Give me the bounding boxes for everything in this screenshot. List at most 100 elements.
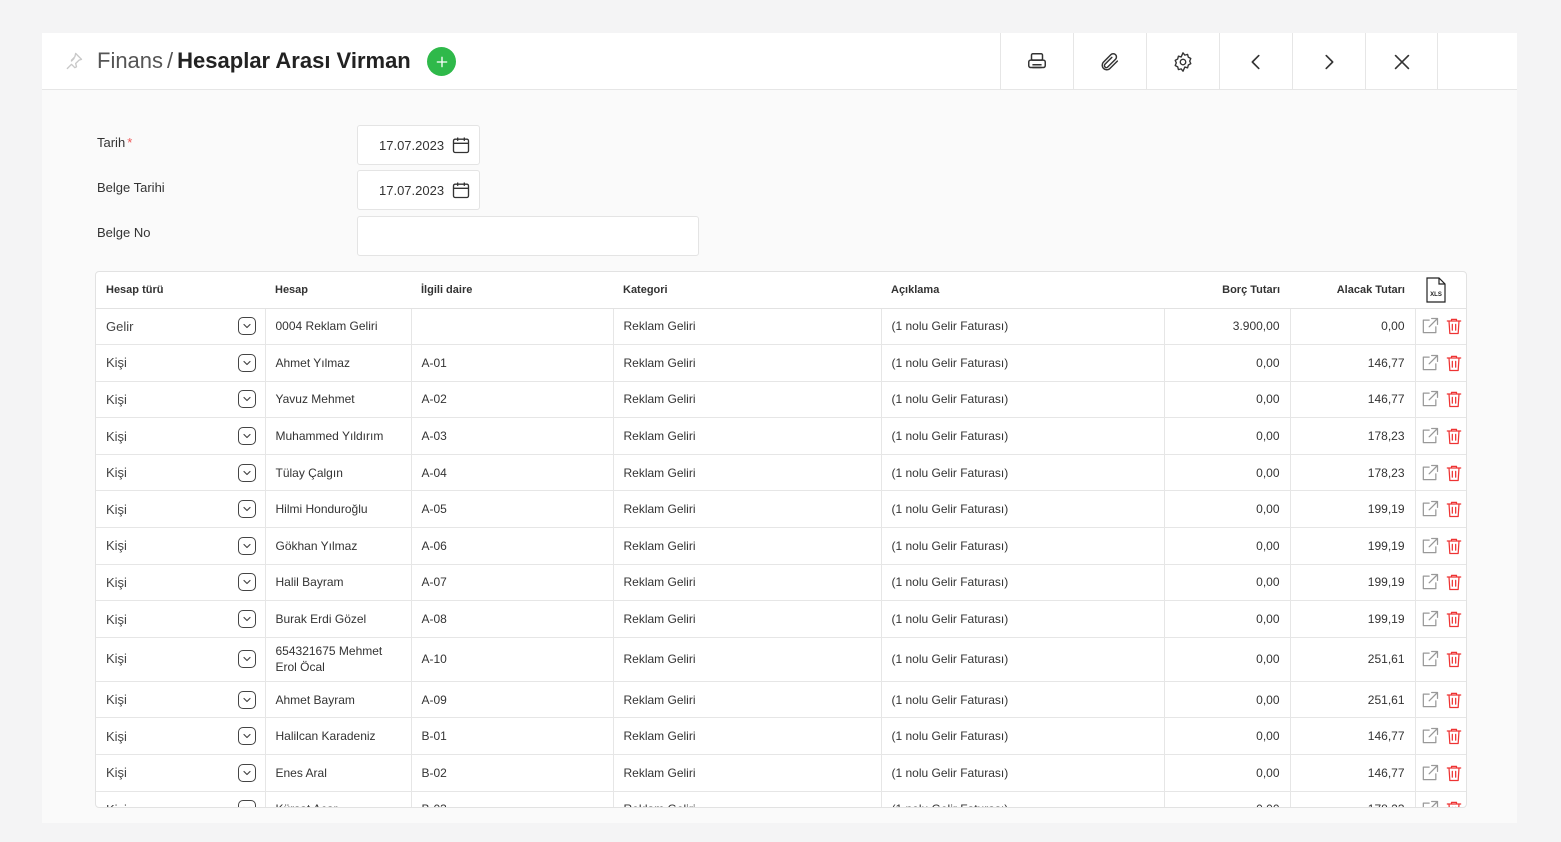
credit-amount-cell[interactable]: 199,19 (1289, 527, 1415, 565)
credit-amount-cell[interactable]: 178,23 (1289, 791, 1415, 807)
account-cell[interactable]: Burak Erdi Gözel (264, 600, 411, 638)
debit-amount-cell[interactable]: 0,00 (1163, 564, 1290, 602)
table-row[interactable]: Kişi Enes Aral B-02 Reklam Geliri (1 nolu Ge… (96, 754, 1466, 792)
credit-amount-cell[interactable]: 251,61 (1289, 681, 1415, 719)
external-link-icon[interactable] (1420, 389, 1440, 409)
debit-amount-cell[interactable]: 0,00 (1163, 454, 1290, 492)
table-row[interactable]: Kişi Kürşat AcarB-03Reklam Geliri(1 nolu … (96, 791, 1466, 807)
category-cell[interactable]: Reklam Geliri (612, 454, 881, 492)
chevron-down-icon[interactable] (237, 690, 256, 709)
description-cell[interactable]: (1 nolu Gelir Faturası) (880, 564, 1164, 602)
chevron-down-icon[interactable] (237, 427, 256, 446)
attach-button[interactable] (1073, 33, 1146, 90)
category-cell[interactable]: Reklam Geliri (612, 717, 881, 756)
unit-cell[interactable]: A-07 (410, 564, 613, 602)
credit-amount-cell[interactable]: 251,61 (1289, 637, 1415, 682)
table-row[interactable]: Kişi Ahmet Yılmaz A-01 Reklam Geliri (1 nolu… (96, 344, 1466, 382)
chevron-down-icon[interactable] (237, 390, 256, 409)
debit-amount-cell[interactable]: 0,00 (1163, 754, 1290, 792)
external-link-icon[interactable] (1420, 353, 1440, 373)
credit-amount-cell[interactable]: 178,23 (1289, 417, 1415, 455)
unit-cell[interactable]: B-02 (410, 754, 613, 792)
trash-icon[interactable] (1444, 316, 1464, 336)
credit-amount-cell[interactable]: 146,77 (1289, 381, 1415, 419)
debit-amount-cell[interactable]: 0,00 (1163, 600, 1290, 638)
category-cell[interactable]: Reklam Geliri (612, 564, 881, 602)
external-link-icon[interactable] (1420, 726, 1440, 746)
debit-amount-cell[interactable]: 0,00 (1163, 417, 1290, 455)
external-link-icon[interactable] (1420, 649, 1440, 669)
trash-icon[interactable] (1444, 463, 1464, 483)
external-link-icon[interactable] (1420, 463, 1440, 483)
trash-icon[interactable] (1444, 726, 1464, 746)
credit-amount-cell[interactable]: 0,00 (1289, 308, 1415, 346)
description-cell[interactable]: (1 nolu Gelir Faturası) (880, 308, 1164, 346)
table-row[interactable]: Kişi Ahmet Bayram A-09 Reklam Geliri (1 nolu… (96, 681, 1466, 719)
trash-icon[interactable] (1444, 353, 1464, 373)
account-type-select[interactable]: Kişi (96, 454, 265, 492)
external-link-icon[interactable] (1420, 763, 1440, 783)
chevron-down-icon[interactable] (237, 353, 256, 372)
unit-cell[interactable]: A-10 (410, 637, 613, 682)
table-row[interactable]: Kişi Muhammed Yıldırım A-03 Reklam Geliri (1… (96, 417, 1466, 455)
account-cell[interactable]: Enes Aral (264, 754, 411, 792)
external-link-icon[interactable] (1420, 609, 1440, 629)
add-button[interactable] (427, 47, 456, 76)
table-row[interactable]: Kişi 654321675 Mehmet Erol Öcal A-10 Reklam… (96, 637, 1466, 682)
table-row[interactable]: Kişi Yavuz Mehmet A-02 Reklam Geliri (1 nolu… (96, 381, 1466, 419)
debit-amount-cell[interactable]: 0,00 (1163, 791, 1290, 807)
trash-icon[interactable] (1444, 609, 1464, 629)
account-type-select[interactable]: Kişi (96, 791, 265, 807)
debit-amount-cell[interactable]: 0,00 (1163, 681, 1290, 719)
description-cell[interactable]: (1 nolu Gelir Faturası) (880, 417, 1164, 455)
print-button[interactable] (1000, 33, 1073, 90)
account-cell[interactable]: Ahmet Yılmaz (264, 344, 411, 382)
chevron-down-icon[interactable] (237, 536, 256, 555)
account-type-select[interactable]: Kişi (96, 490, 265, 529)
table-row[interactable]: Kişi Hilmi Honduroğlu A-05 Reklam Geliri (1 … (96, 490, 1466, 529)
category-cell[interactable]: Reklam Geliri (612, 490, 881, 529)
description-cell[interactable]: (1 nolu Gelir Faturası) (880, 527, 1164, 565)
credit-amount-cell[interactable]: 199,19 (1289, 490, 1415, 529)
debit-amount-cell[interactable]: 3.900,00 (1163, 308, 1290, 346)
account-type-select[interactable]: Gelir (96, 308, 265, 346)
external-link-icon[interactable] (1420, 426, 1440, 446)
category-cell[interactable]: Reklam Geliri (612, 637, 881, 682)
trash-icon[interactable] (1444, 536, 1464, 556)
account-cell[interactable]: Yavuz Mehmet (264, 381, 411, 419)
account-cell[interactable]: 0004 Reklam Geliri (264, 308, 411, 346)
table-row[interactable]: Kişi Halil Bayram A-07 Reklam Geliri (1 nolu… (96, 564, 1466, 602)
chevron-down-icon[interactable] (237, 573, 256, 592)
next-button[interactable] (1292, 33, 1365, 90)
table-row[interactable]: Kişi Gökhan Yılmaz A-06 Reklam Geliri (1 nol… (96, 527, 1466, 565)
account-cell[interactable]: Muhammed Yıldırım (264, 417, 411, 455)
account-cell[interactable]: Ahmet Bayram (264, 681, 411, 719)
category-cell[interactable]: Reklam Geliri (612, 754, 881, 792)
chevron-down-icon[interactable] (237, 500, 256, 519)
account-cell[interactable]: Halil Bayram (264, 564, 411, 602)
account-type-select[interactable]: Kişi (96, 344, 265, 382)
account-type-select[interactable]: Kişi (96, 717, 265, 756)
description-cell[interactable]: (1 nolu Gelir Faturası) (880, 600, 1164, 638)
debit-amount-cell[interactable]: 0,00 (1163, 490, 1290, 529)
external-link-icon[interactable] (1420, 536, 1440, 556)
description-cell[interactable]: (1 nolu Gelir Faturası) (880, 454, 1164, 492)
external-link-icon[interactable] (1420, 799, 1440, 807)
description-cell[interactable]: (1 nolu Gelir Faturası) (880, 791, 1164, 807)
description-cell[interactable]: (1 nolu Gelir Faturası) (880, 344, 1164, 382)
account-type-select[interactable]: Kişi (96, 381, 265, 419)
unit-cell[interactable]: A-01 (410, 344, 613, 382)
debit-amount-cell[interactable]: 0,00 (1163, 381, 1290, 419)
trash-icon[interactable] (1444, 572, 1464, 592)
previous-button[interactable] (1219, 33, 1292, 90)
chevron-down-icon[interactable] (237, 800, 256, 807)
pin-icon[interactable] (64, 51, 84, 71)
account-cell[interactable]: Tülay Çalgın (264, 454, 411, 492)
unit-cell[interactable]: B-01 (410, 717, 613, 756)
category-cell[interactable]: Reklam Geliri (612, 344, 881, 382)
unit-cell[interactable]: A-02 (410, 381, 613, 419)
credit-amount-cell[interactable]: 146,77 (1289, 754, 1415, 792)
chevron-down-icon[interactable] (237, 317, 256, 336)
table-row[interactable]: Kişi Tülay Çalgın A-04 Reklam Geliri (1 nolu… (96, 454, 1466, 492)
account-type-select[interactable]: Kişi (96, 600, 265, 638)
